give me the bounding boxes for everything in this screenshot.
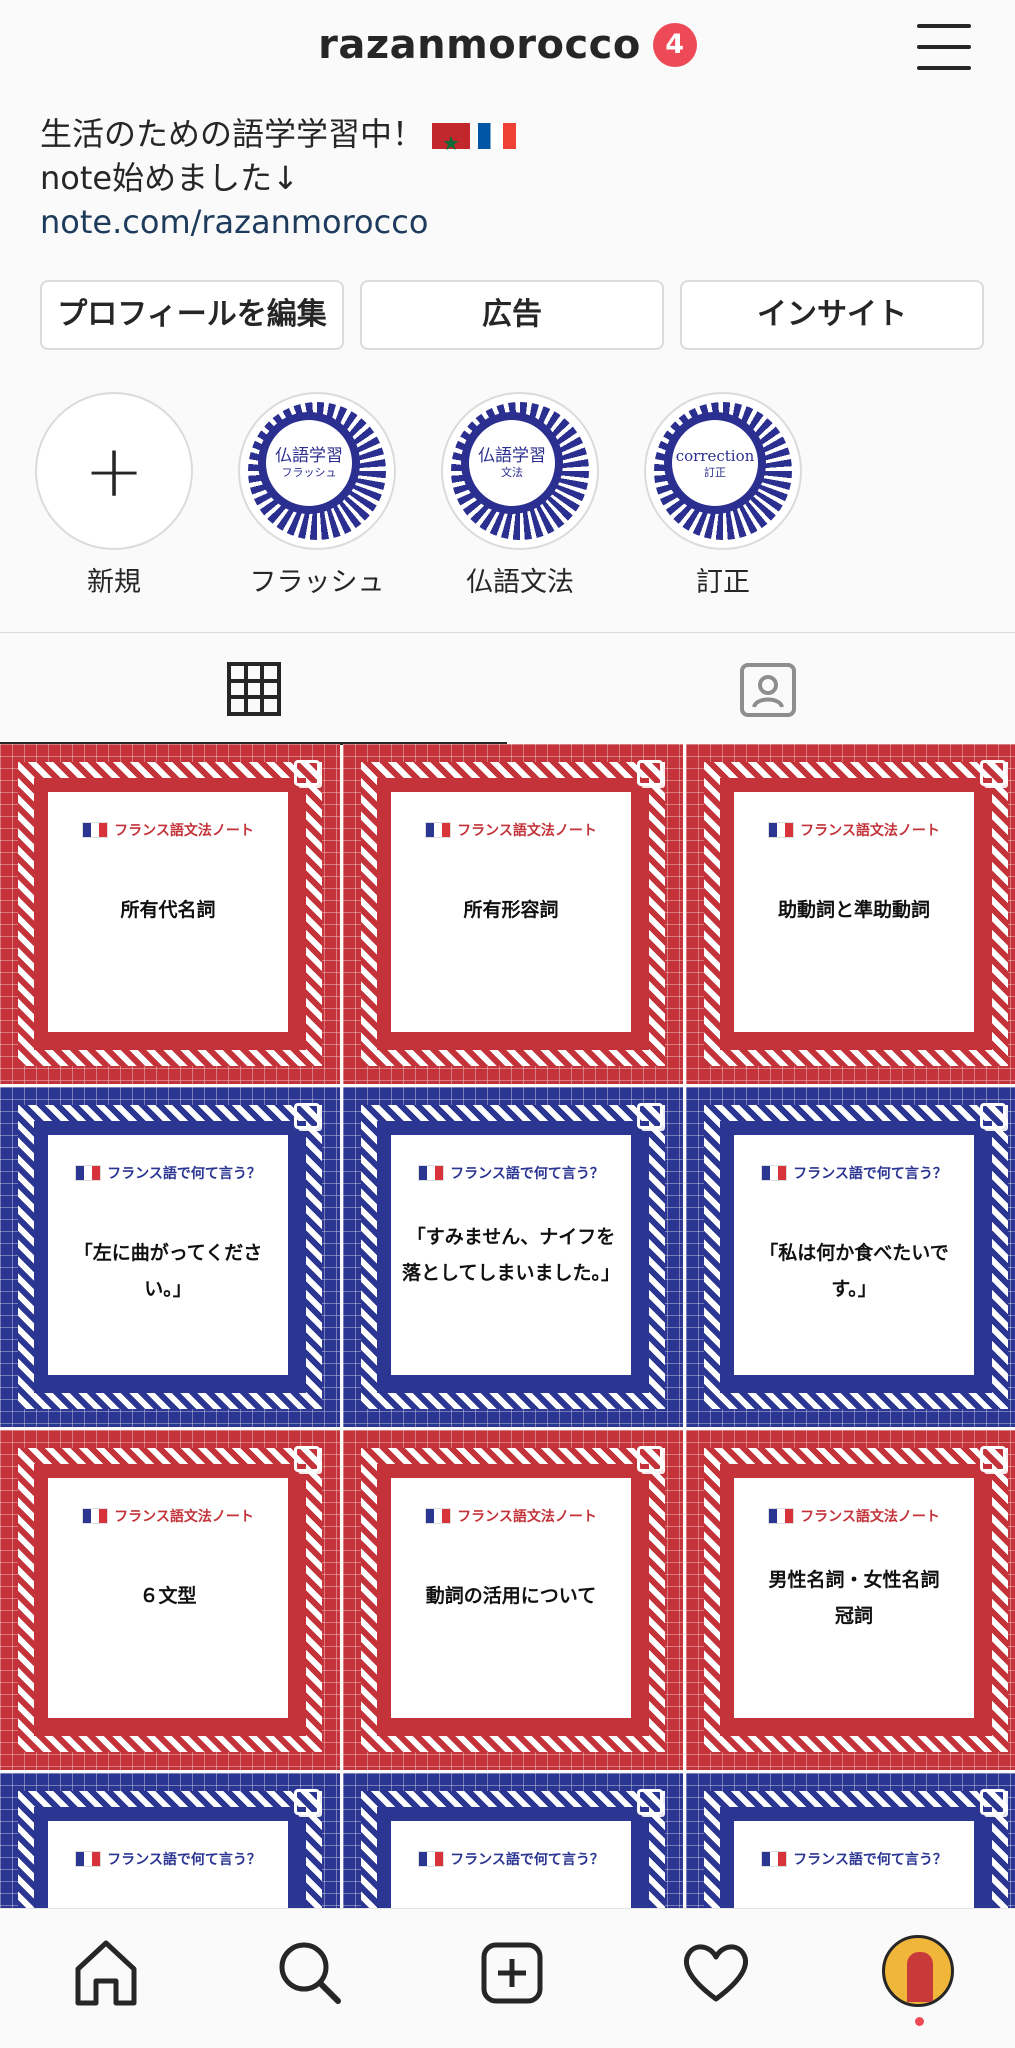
highlight-cover: 仏語学習 フラッシュ [266, 420, 352, 506]
france-flag-icon [75, 1165, 102, 1181]
post-title: 男性名詞・女性名詞 冠詞 [768, 1569, 940, 1627]
post-tile[interactable]: フランス語文法ノート 所有代名詞 [0, 744, 340, 1084]
bio: 生活のための語学学習中！ note始めました↓ note.com/razanmo… [40, 112, 980, 244]
france-flag-icon [418, 1851, 445, 1867]
post-tile[interactable]: フランス語で何て言う？ [343, 1773, 683, 1908]
profile-header: razanmorocco 4 [0, 0, 1015, 100]
france-flag-icon [75, 1851, 102, 1867]
france-flag-icon [425, 822, 452, 838]
france-flag-icon [418, 1165, 445, 1181]
carousel-icon [294, 1446, 320, 1472]
highlight-correction[interactable]: correction 訂正 訂正 [643, 392, 803, 599]
post-tile[interactable]: フランス語で何て言う？ [0, 1773, 340, 1908]
username: razanmorocco [318, 22, 641, 68]
carousel-icon [294, 1103, 320, 1129]
post-tile[interactable]: フランス語文法ノート ６文型 [0, 1430, 340, 1770]
highlight-label: フラッシュ [249, 567, 385, 598]
highlight-label: 仏語文法 [466, 567, 574, 598]
france-flag-icon [425, 1508, 452, 1524]
profile-page: razanmorocco 4 生活のための語学学習中！ note始めました↓ n… [0, 0, 1015, 2048]
morocco-flag-icon [432, 121, 471, 165]
carousel-icon [980, 760, 1006, 786]
post-tile[interactable]: フランス語で何て言う？ 「左に曲がってください。」 [0, 1087, 340, 1427]
france-flag-icon [761, 1851, 788, 1867]
plus-icon: + [83, 429, 145, 513]
account-switcher[interactable]: razanmorocco 4 [318, 22, 697, 68]
post-tile[interactable]: フランス語で何て言う？ 「すみません、ナイフを 落としてしまいました。」 [343, 1087, 683, 1427]
france-flag-icon [82, 1508, 109, 1524]
bottom-nav [0, 1908, 1015, 2048]
post-title: 「左に曲がってください。」 [73, 1242, 263, 1300]
france-flag-icon [761, 1165, 788, 1181]
search-icon[interactable] [270, 1933, 350, 2013]
home-icon[interactable] [66, 1933, 146, 2013]
carousel-icon [294, 760, 320, 786]
highlight-new[interactable]: + 新規 [34, 392, 194, 599]
post-tile[interactable]: フランス語文法ノート 動詞の活用について [343, 1430, 683, 1770]
highlight-flash[interactable]: 仏語学習 フラッシュ フラッシュ [237, 392, 397, 599]
post-title: 「私は何か食べたいです。」 [759, 1242, 949, 1300]
carousel-icon [637, 1446, 663, 1472]
carousel-icon [980, 1446, 1006, 1472]
post-title: 所有形容詞 [463, 899, 559, 921]
carousel-icon [637, 1789, 663, 1815]
posts-grid: フランス語文法ノート 所有代名詞 フランス語文法ノート 所有形容詞 フランス語文法ノ… [0, 744, 1015, 1908]
hamburger-menu-icon[interactable] [917, 24, 971, 70]
carousel-icon [980, 1103, 1006, 1129]
post-tile[interactable]: フランス語文法ノート 助動詞と準助動詞 [686, 744, 1015, 1084]
profile-tabs [0, 632, 1015, 745]
bio-line-2: note始めました↓ [40, 159, 299, 197]
heart-icon[interactable] [676, 1933, 756, 2013]
post-tile[interactable]: フランス語文法ノート 男性名詞・女性名詞 冠詞 [686, 1430, 1015, 1770]
highlight-grammar[interactable]: 仏語学習 文法 仏語文法 [440, 392, 600, 599]
grid-icon [227, 662, 281, 716]
post-tile[interactable]: フランス語で何て言う？ 「私は何か食べたいです。」 [686, 1087, 1015, 1427]
post-tile[interactable]: フランス語文法ノート 所有形容詞 [343, 744, 683, 1084]
activity-dot [915, 2017, 924, 2026]
post-title: 動詞の活用について [425, 1585, 597, 1607]
post-title: 所有代名詞 [120, 899, 216, 921]
highlight-label: 新規 [87, 567, 141, 598]
edit-profile-button[interactable]: プロフィールを編集 [40, 280, 344, 350]
france-flag-icon [82, 822, 109, 838]
new-post-icon[interactable] [472, 1933, 552, 2013]
post-title: ６文型 [139, 1585, 197, 1607]
tagged-person-icon [740, 663, 796, 717]
tab-grid[interactable] [0, 633, 507, 745]
carousel-icon [637, 760, 663, 786]
france-flag-icon [768, 822, 795, 838]
post-tile[interactable]: フランス語で何て言う？ [686, 1773, 1015, 1908]
notification-badge: 4 [652, 23, 697, 67]
highlight-cover: correction 訂正 [672, 420, 758, 506]
bio-link[interactable]: note.com/razanmorocco [40, 200, 980, 244]
post-title: 助動詞と準助動詞 [777, 899, 930, 921]
ads-button[interactable]: 広告 [360, 280, 664, 350]
profile-avatar[interactable] [882, 1935, 954, 2007]
bio-line-1: 生活のための語学学習中！ [40, 112, 980, 165]
insights-button[interactable]: インサイト [680, 280, 984, 350]
france-flag-icon [768, 1508, 795, 1524]
carousel-icon [980, 1789, 1006, 1815]
carousel-icon [637, 1103, 663, 1129]
post-title: 「すみません、ナイフを 落としてしまいました。」 [402, 1226, 620, 1284]
france-flag-icon [478, 123, 517, 149]
tab-tagged[interactable] [508, 633, 1015, 745]
highlight-cover: 仏語学習 文法 [469, 420, 555, 506]
carousel-icon [294, 1789, 320, 1815]
highlight-label: 訂正 [696, 567, 750, 598]
